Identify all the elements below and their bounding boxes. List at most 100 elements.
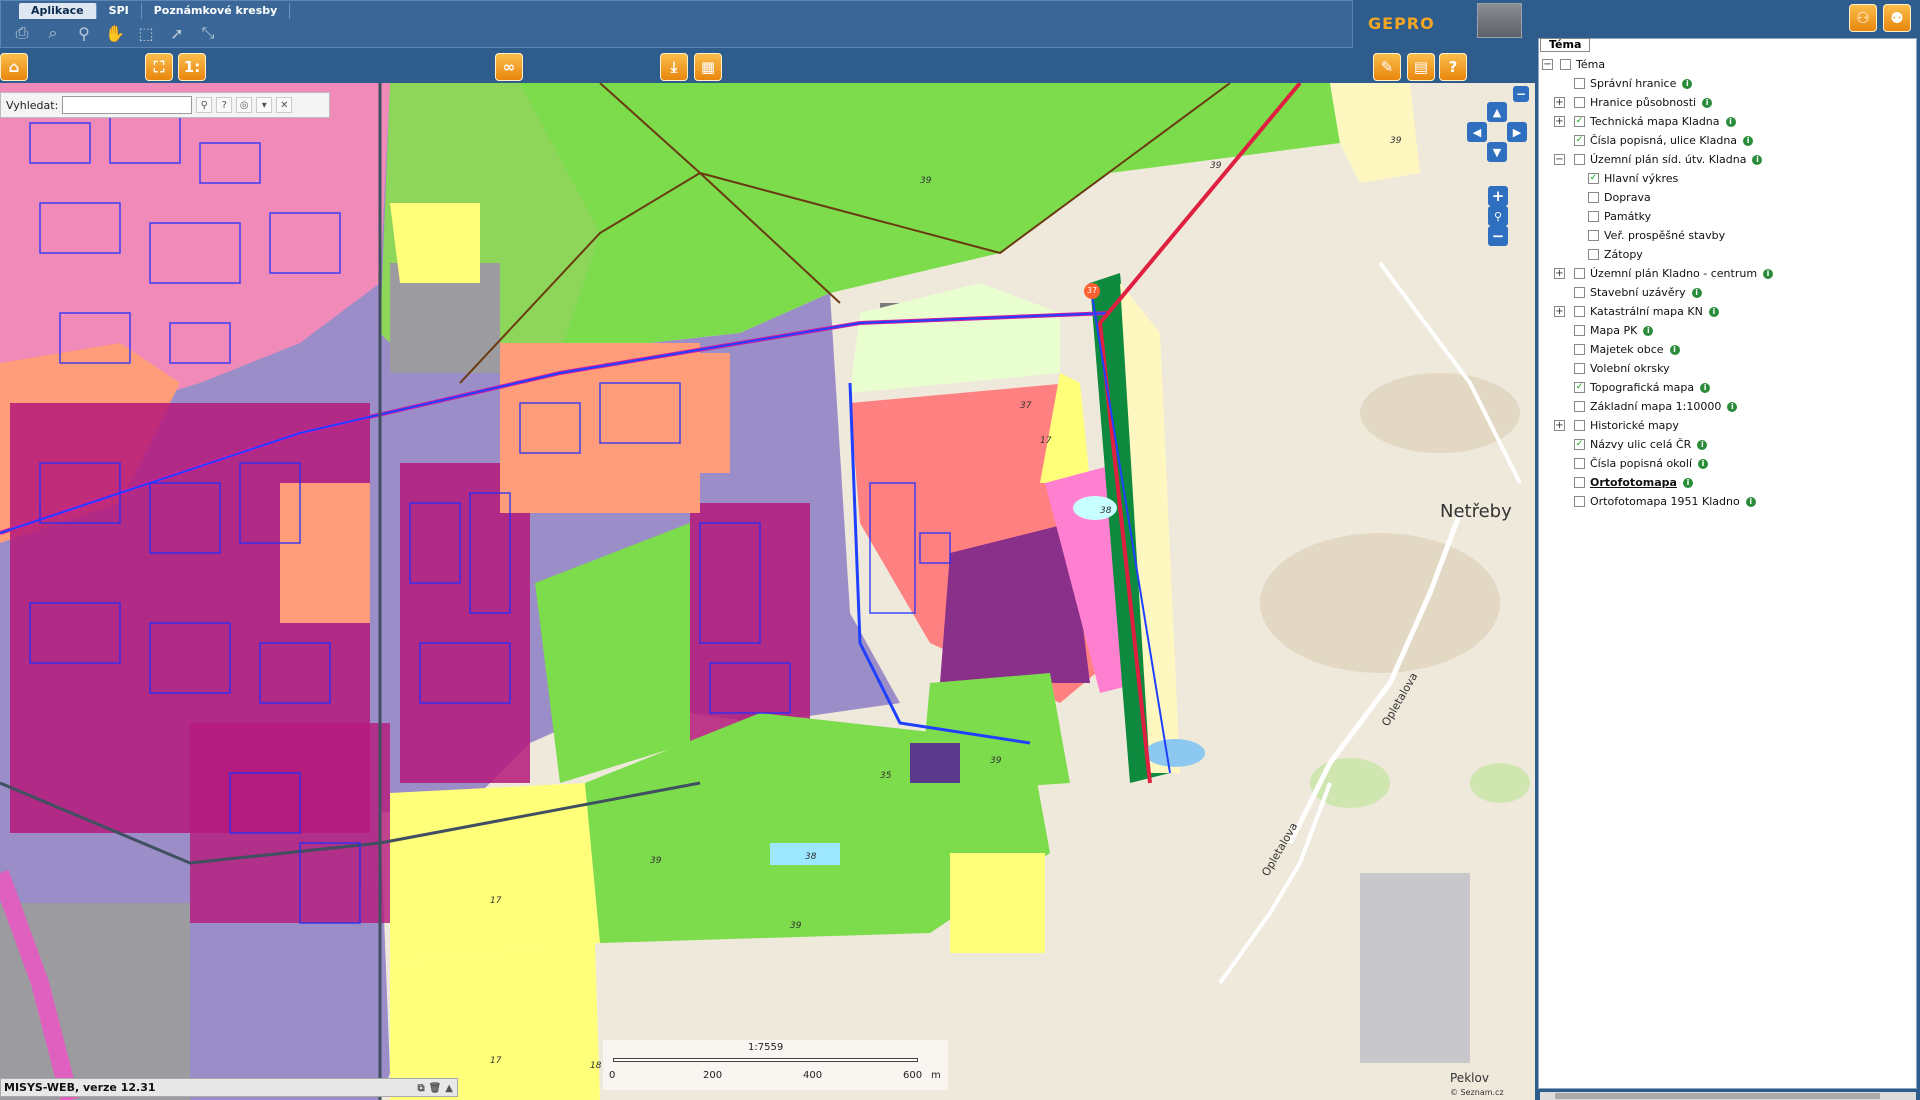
layer-checkbox[interactable] bbox=[1574, 420, 1585, 431]
info-icon[interactable]: i bbox=[1727, 402, 1738, 412]
map-canvas[interactable]: 39 39 39 37 17 38 35 39 39 39 17 17 38 18 Netřeby… bbox=[0, 83, 1535, 1100]
zoom-info-icon[interactable]: ⚲ bbox=[71, 21, 97, 45]
layer-row[interactable]: Mapa PK i bbox=[1540, 321, 1910, 340]
layer-row[interactable]: Majetek obce i bbox=[1540, 340, 1910, 359]
info-icon[interactable]: i bbox=[1702, 98, 1713, 108]
layer-row[interactable]: Čísla popisná okolí i bbox=[1540, 454, 1910, 473]
info-icon[interactable]: i bbox=[1697, 440, 1708, 450]
info-icon[interactable]: i bbox=[1708, 307, 1719, 317]
layer-row[interactable]: Ortofotomapa 1951 Kladno i bbox=[1540, 492, 1910, 511]
info-icon[interactable]: i bbox=[1682, 478, 1693, 488]
layer-checkbox[interactable] bbox=[1574, 477, 1585, 488]
tab-aplikace[interactable]: Aplikace bbox=[19, 3, 97, 19]
layer-checkbox[interactable] bbox=[1574, 496, 1585, 507]
layer-row[interactable]: ✓ Názvy ulic celá ČR i bbox=[1540, 435, 1910, 454]
zoom-search-icon[interactable]: ⌕ bbox=[40, 21, 66, 45]
layer-checkbox[interactable] bbox=[1574, 97, 1585, 108]
pan-icon[interactable]: ✋ bbox=[102, 21, 128, 45]
layer-checkbox[interactable]: ✓ bbox=[1574, 382, 1585, 393]
layer-checkbox[interactable]: ✓ bbox=[1588, 173, 1599, 184]
info-icon[interactable]: i bbox=[1682, 79, 1693, 89]
layer-row[interactable]: Základní mapa 1:10000 i bbox=[1540, 397, 1910, 416]
collapse-up-icon[interactable]: ▲ bbox=[445, 1080, 453, 1097]
layer-row[interactable]: + ✓ Technická mapa Kladna i bbox=[1540, 112, 1910, 131]
tab-spi[interactable]: SPI bbox=[97, 3, 142, 19]
layer-row[interactable]: Veř. prospěšné stavby bbox=[1540, 226, 1910, 245]
layer-row[interactable]: − Územní plán síd. útv. Kladna i bbox=[1540, 150, 1910, 169]
help-icon[interactable]: ? bbox=[216, 97, 233, 113]
layer-row[interactable]: Památky bbox=[1540, 207, 1910, 226]
expand-icon[interactable]: + bbox=[1554, 268, 1565, 279]
layer-row[interactable]: ✓ Hlavní výkres bbox=[1540, 169, 1910, 188]
layer-row[interactable]: + Územní plán Kladno - centrum i bbox=[1540, 264, 1910, 283]
layer-row[interactable]: Stavební uzávěry i bbox=[1540, 283, 1910, 302]
settings-button[interactable]: ✎ bbox=[1373, 53, 1401, 81]
pan-left-icon[interactable]: ◀ bbox=[1467, 122, 1487, 142]
expand-icon[interactable]: + bbox=[1554, 420, 1565, 431]
select-icon[interactable]: ⬚ bbox=[133, 21, 159, 45]
info-icon[interactable]: i bbox=[1745, 497, 1756, 507]
zoom-in-icon[interactable]: + bbox=[1488, 186, 1508, 206]
layer-checkbox[interactable] bbox=[1574, 344, 1585, 355]
help-button[interactable]: ? bbox=[1439, 53, 1467, 81]
layer-checkbox[interactable] bbox=[1588, 211, 1599, 222]
pointer-icon[interactable]: ➚ bbox=[164, 21, 190, 45]
layer-checkbox[interactable] bbox=[1560, 59, 1571, 70]
zoom-search-icon[interactable]: ⚲ bbox=[1488, 206, 1508, 226]
expand-icon[interactable]: + bbox=[1554, 306, 1565, 317]
target-icon[interactable]: ◎ bbox=[236, 97, 253, 113]
home-button[interactable]: ⌂ bbox=[0, 53, 28, 81]
layer-checkbox[interactable] bbox=[1574, 306, 1585, 317]
pan-up-icon[interactable]: ▲ bbox=[1487, 102, 1507, 122]
expand-icon[interactable]: + bbox=[1554, 116, 1565, 127]
layer-row[interactable]: + Hranice působnosti i bbox=[1540, 93, 1910, 112]
group-button[interactable]: ⚉ bbox=[1883, 4, 1911, 32]
measure-icon[interactable]: ⤡ bbox=[195, 21, 221, 45]
users-button[interactable]: ⚇ bbox=[1849, 4, 1877, 32]
layer-row[interactable]: Správní hranice i bbox=[1540, 74, 1910, 93]
layer-checkbox[interactable] bbox=[1588, 192, 1599, 203]
info-icon[interactable]: i bbox=[1691, 288, 1702, 298]
layer-checkbox[interactable] bbox=[1574, 458, 1585, 469]
search-icon[interactable]: ⚲ bbox=[196, 97, 213, 113]
layer-checkbox[interactable] bbox=[1574, 268, 1585, 279]
layer-checkbox[interactable] bbox=[1574, 325, 1585, 336]
trash-icon[interactable]: 🗑 bbox=[429, 1080, 442, 1097]
copy-icon[interactable]: ⧉ bbox=[417, 1080, 424, 1097]
layer-row[interactable]: + Historické mapy bbox=[1540, 416, 1910, 435]
scrollbar-thumb[interactable] bbox=[1555, 1093, 1880, 1099]
layer-checkbox[interactable] bbox=[1588, 230, 1599, 241]
layer-row[interactable]: ✓ Topografická mapa i bbox=[1540, 378, 1910, 397]
print-icon[interactable]: ⎙ bbox=[9, 21, 35, 45]
layer-row[interactable]: Doprava bbox=[1540, 188, 1910, 207]
tab-poznámkové-kresby[interactable]: Poznámkové kresby bbox=[142, 3, 291, 19]
collapse-icon[interactable]: − bbox=[1513, 86, 1529, 102]
collapse-icon[interactable]: − bbox=[1554, 154, 1565, 165]
info-icon[interactable]: i bbox=[1643, 326, 1654, 336]
expand-icon[interactable]: + bbox=[1554, 97, 1565, 108]
layer-checkbox[interactable]: ✓ bbox=[1574, 135, 1585, 146]
layer-checkbox[interactable] bbox=[1574, 154, 1585, 165]
layer-row[interactable]: − Téma bbox=[1540, 55, 1910, 74]
print-preview-button[interactable]: ▤ bbox=[1407, 53, 1435, 81]
layer-checkbox[interactable] bbox=[1574, 401, 1585, 412]
info-icon[interactable]: i bbox=[1743, 136, 1754, 146]
pan-right-icon[interactable]: ▶ bbox=[1507, 122, 1527, 142]
tab-tema[interactable]: Téma bbox=[1540, 38, 1591, 52]
info-icon[interactable]: i bbox=[1698, 459, 1709, 469]
layer-checkbox[interactable] bbox=[1574, 363, 1585, 374]
layer-row[interactable]: ✓ Čísla popisná, ulice Kladna i bbox=[1540, 131, 1910, 150]
layer-checkbox[interactable]: ✓ bbox=[1574, 439, 1585, 450]
dropdown-icon[interactable]: ▾ bbox=[256, 97, 273, 113]
pan-down-icon[interactable]: ▼ bbox=[1487, 142, 1507, 162]
zoom-extent-button[interactable]: ⛶ bbox=[145, 53, 173, 81]
info-icon[interactable]: i bbox=[1763, 269, 1774, 279]
scale-button[interactable]: 1: bbox=[178, 53, 206, 81]
layer-row[interactable]: Zátopy bbox=[1540, 245, 1910, 264]
search-input[interactable] bbox=[62, 96, 193, 114]
layer-checkbox[interactable] bbox=[1574, 78, 1585, 89]
layer-row[interactable]: + Katastrální mapa KN i bbox=[1540, 302, 1910, 321]
grid-button[interactable]: ▦ bbox=[694, 53, 722, 81]
collapse-icon[interactable]: − bbox=[1542, 59, 1553, 70]
info-icon[interactable]: i bbox=[1725, 117, 1736, 127]
